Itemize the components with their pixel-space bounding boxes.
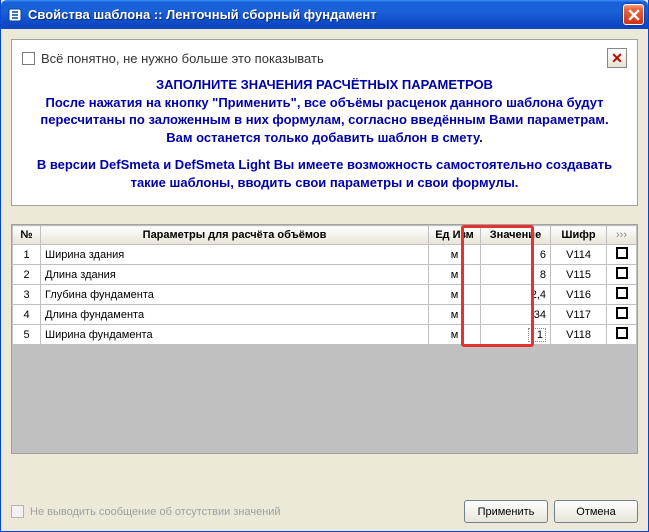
suppress-warning-label: Не выводить сообщение об отсутствии знач… <box>30 506 281 518</box>
table-empty-area <box>12 345 637 453</box>
cell-code: V114 <box>551 245 607 265</box>
cell-name: Длина здания <box>41 265 429 285</box>
window-title: Свойства шаблона :: Ленточный сборный фу… <box>28 7 623 22</box>
cancel-button[interactable]: Отмена <box>554 500 638 523</box>
cell-value[interactable]: 8 <box>481 265 551 285</box>
cell-num: 2 <box>13 265 41 285</box>
close-icon: ✕ <box>611 51 623 65</box>
info-line-2: После нажатия на кнопку "Применить", все… <box>28 94 621 129</box>
cell-unit: м <box>429 305 481 325</box>
col-header-num[interactable]: № <box>13 226 41 245</box>
cell-code: V115 <box>551 265 607 285</box>
table-header-row: № Параметры для расчёта объёмов Ед Изм З… <box>13 226 637 245</box>
table-row[interactable]: 1 Ширина здания м 6 V114 <box>13 245 637 265</box>
cell-code: V116 <box>551 285 607 305</box>
cell-unit: м <box>429 265 481 285</box>
cell-check[interactable] <box>607 285 637 305</box>
table-row[interactable]: 3 Глубина фундамента м 2,4 V116 <box>13 285 637 305</box>
app-icon <box>7 7 23 23</box>
suppress-warning-checkbox[interactable] <box>11 505 24 518</box>
cell-code: V118 <box>551 325 607 345</box>
cell-name: Глубина фундамента <box>41 285 429 305</box>
checkbox-icon <box>616 287 628 299</box>
dismiss-info-button[interactable]: ✕ <box>607 48 627 68</box>
checkbox-icon <box>616 327 628 339</box>
col-header-value[interactable]: Значение <box>481 226 551 245</box>
cell-check[interactable] <box>607 265 637 285</box>
col-header-more[interactable]: ››› <box>607 226 637 245</box>
dont-show-label: Всё понятно, не нужно больше это показыв… <box>41 51 324 66</box>
info-line-4: В версии DefSmeta и DefSmeta Light Вы им… <box>28 156 621 191</box>
cell-value-editing[interactable]: 1 <box>481 325 551 345</box>
cell-check[interactable] <box>607 325 637 345</box>
cell-name: Ширина фундамента <box>41 325 429 345</box>
cell-check[interactable] <box>607 305 637 325</box>
dont-show-row: Всё понятно, не нужно больше это показыв… <box>22 48 627 68</box>
cell-value[interactable]: 34 <box>481 305 551 325</box>
table-row[interactable]: 4 Длина фундамента м 34 V117 <box>13 305 637 325</box>
dont-show-checkbox[interactable] <box>22 52 35 65</box>
cell-num: 4 <box>13 305 41 325</box>
col-header-unit[interactable]: Ед Изм <box>429 226 481 245</box>
cell-name: Длина фундамента <box>41 305 429 325</box>
cell-check[interactable] <box>607 245 637 265</box>
cell-unit: м <box>429 325 481 345</box>
client-area: Всё понятно, не нужно больше это показыв… <box>1 29 648 531</box>
col-header-code[interactable]: Шифр <box>551 226 607 245</box>
checkbox-icon <box>616 247 628 259</box>
col-header-name[interactable]: Параметры для расчёта объёмов <box>41 226 429 245</box>
apply-button[interactable]: Применить <box>464 500 548 523</box>
cell-unit: м <box>429 285 481 305</box>
checkbox-icon <box>616 267 628 279</box>
info-line-3: Вам останется только добавить шаблон в с… <box>28 129 621 147</box>
cell-num: 3 <box>13 285 41 305</box>
cell-num: 5 <box>13 325 41 345</box>
title-bar: Свойства шаблона :: Ленточный сборный фу… <box>1 0 648 29</box>
window: Свойства шаблона :: Ленточный сборный фу… <box>0 0 649 532</box>
window-close-button[interactable] <box>623 4 644 25</box>
parameters-table: № Параметры для расчёта объёмов Ед Изм З… <box>12 225 637 345</box>
info-panel: Всё понятно, не нужно больше это показыв… <box>11 39 638 206</box>
cell-name: Ширина здания <box>41 245 429 265</box>
cell-value[interactable]: 6 <box>481 245 551 265</box>
checkbox-icon <box>616 307 628 319</box>
cell-unit: м <box>429 245 481 265</box>
info-line-1: ЗАПОЛНИТЕ ЗНАЧЕНИЯ РАСЧЁТНЫХ ПАРАМЕТРОВ <box>28 76 621 94</box>
table-row[interactable]: 2 Длина здания м 8 V115 <box>13 265 637 285</box>
info-message: ЗАПОЛНИТЕ ЗНАЧЕНИЯ РАСЧЁТНЫХ ПАРАМЕТРОВ … <box>22 74 627 193</box>
cell-value[interactable]: 2,4 <box>481 285 551 305</box>
parameters-table-wrapper: № Параметры для расчёта объёмов Ед Изм З… <box>11 224 638 454</box>
cell-num: 1 <box>13 245 41 265</box>
table-row[interactable]: 5 Ширина фундамента м 1 V118 <box>13 325 637 345</box>
cell-code: V117 <box>551 305 607 325</box>
footer: Не выводить сообщение об отсутствии знач… <box>11 490 638 523</box>
